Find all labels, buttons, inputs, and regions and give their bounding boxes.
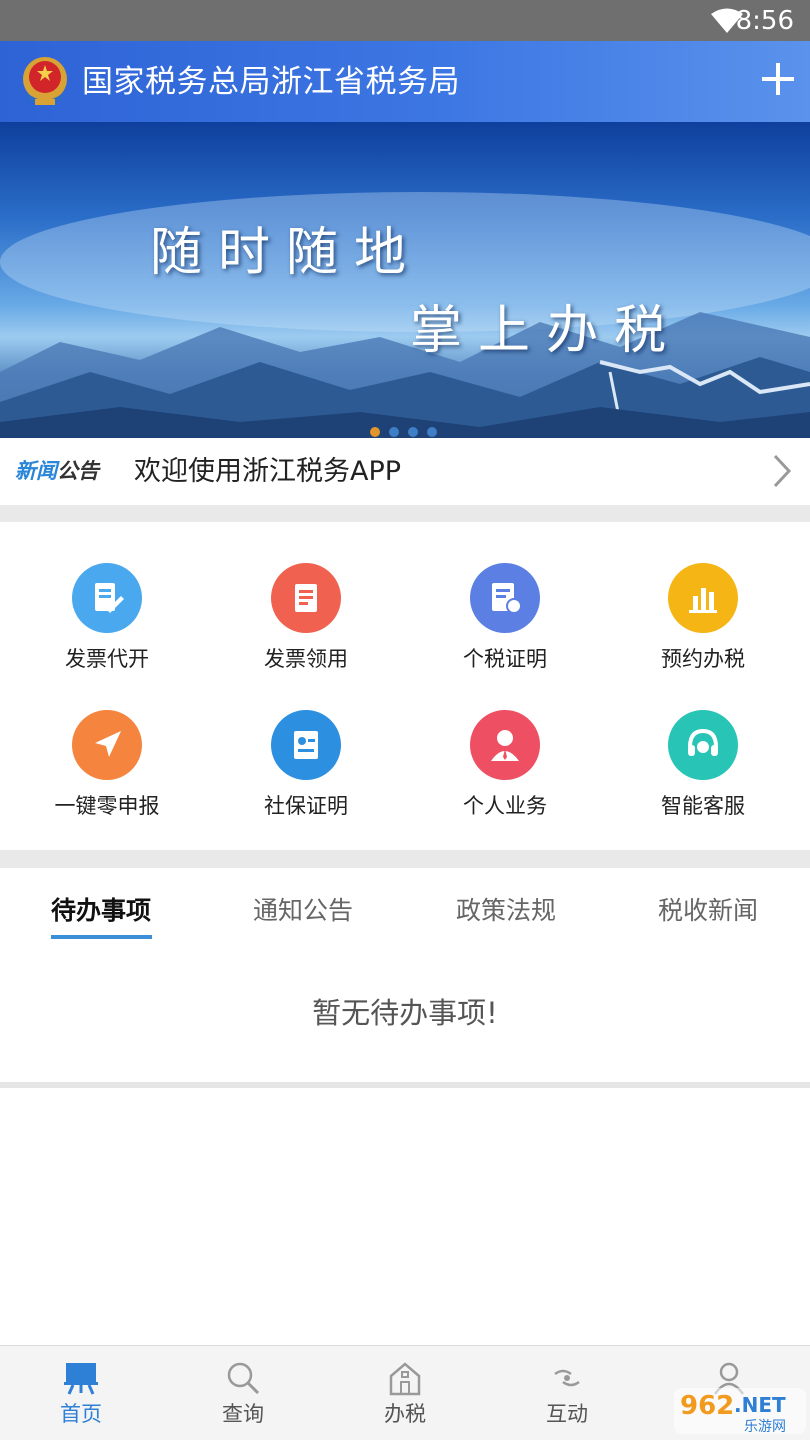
- nav-query[interactable]: 查询: [162, 1346, 324, 1440]
- service-label: 预约办税: [661, 647, 745, 671]
- carousel-dot[interactable]: [370, 427, 380, 437]
- service-invoice-issue[interactable]: 发票代开: [7, 563, 207, 693]
- nav-label: 互动: [546, 1402, 588, 1426]
- send-arrow-icon: [72, 710, 142, 780]
- nav-label: 办税: [384, 1402, 426, 1426]
- home-easel-icon: [64, 1363, 98, 1395]
- watermark-text-2: .NET: [734, 1393, 786, 1417]
- status-bar: 8:56: [0, 0, 810, 41]
- section-divider: [0, 1082, 810, 1088]
- add-icon[interactable]: [762, 63, 794, 95]
- service-label: 智能客服: [661, 794, 745, 818]
- service-personal-business[interactable]: 个人业务: [405, 710, 605, 840]
- news-announcement-bar[interactable]: 新闻公告 欢迎使用浙江税务APP: [0, 438, 810, 505]
- nav-interaction[interactable]: 互动: [486, 1346, 648, 1440]
- service-label: 发票代开: [65, 647, 149, 671]
- tax-emblem-icon: [23, 57, 67, 105]
- banner-headline-2: 掌上办税: [410, 301, 683, 361]
- active-tab-indicator: [51, 935, 152, 939]
- service-grid: 发票代开 发票领用 个税证明 预约办税 一键零申报 社保证明 个人业务 智能客服: [0, 522, 810, 850]
- invoice-receive-icon: [271, 563, 341, 633]
- headset-icon: [668, 710, 738, 780]
- app-header: 国家税务总局浙江省税务局: [0, 41, 810, 122]
- watermark-text-3: 乐游网: [744, 1419, 786, 1435]
- banner-headline-1: 随时随地: [150, 223, 423, 283]
- invoice-issue-icon: [72, 563, 142, 633]
- service-label: 社保证明: [264, 794, 348, 818]
- info-tabs: 待办事项 通知公告 政策法规 税收新闻 暂无待办事项!: [0, 868, 810, 1082]
- empty-state-message: 暂无待办事项!: [312, 996, 498, 1030]
- service-social-security[interactable]: 社保证明: [206, 710, 406, 840]
- tab-todo[interactable]: 待办事项: [1, 894, 201, 928]
- section-divider: [0, 850, 810, 868]
- tab-notices[interactable]: 通知公告: [203, 894, 403, 928]
- section-divider: [0, 505, 810, 522]
- carousel-dot[interactable]: [408, 427, 418, 437]
- chevron-right-icon[interactable]: [772, 454, 792, 488]
- service-label: 个税证明: [463, 647, 547, 671]
- service-label: 发票领用: [264, 647, 348, 671]
- appointment-chart-icon: [668, 563, 738, 633]
- news-tag-part1: 新闻: [15, 459, 57, 483]
- promo-banner[interactable]: 随时随地 掌上办税: [0, 122, 810, 438]
- carousel-indicator[interactable]: [370, 427, 437, 437]
- nav-home[interactable]: 首页: [0, 1346, 162, 1440]
- carousel-dot[interactable]: [389, 427, 399, 437]
- service-smart-support[interactable]: 智能客服: [603, 710, 803, 840]
- service-label: 个人业务: [463, 794, 547, 818]
- interaction-icon: [554, 1369, 580, 1387]
- carousel-dot[interactable]: [427, 427, 437, 437]
- site-watermark-logo: 962 .NET 乐游网: [674, 1388, 806, 1435]
- service-invoice-receive[interactable]: 发票领用: [206, 563, 406, 693]
- tax-certificate-icon: [470, 563, 540, 633]
- nav-label: 首页: [60, 1402, 102, 1426]
- nav-label: 查询: [222, 1402, 264, 1426]
- tab-tax-news[interactable]: 税收新闻: [608, 894, 808, 928]
- service-appointment[interactable]: 预约办税: [603, 563, 803, 693]
- building-icon: [389, 1362, 421, 1396]
- page-title: 国家税务总局浙江省税务局: [82, 64, 460, 100]
- search-icon: [227, 1362, 260, 1395]
- watermark-text-1: 962: [680, 1391, 734, 1421]
- news-tag: 新闻公告: [15, 458, 99, 484]
- person-icon: [470, 710, 540, 780]
- tab-policies[interactable]: 政策法规: [406, 894, 606, 928]
- service-tax-certificate[interactable]: 个税证明: [405, 563, 605, 693]
- service-zero-declaration[interactable]: 一键零申报: [7, 710, 207, 840]
- bottom-navigation: 首页 查询 办税 互动 962 .NET 乐游网: [0, 1345, 810, 1440]
- news-headline[interactable]: 欢迎使用浙江税务APP: [134, 455, 401, 489]
- service-label: 一键零申报: [54, 794, 160, 818]
- status-time: 8:56: [735, 6, 794, 36]
- social-security-card-icon: [271, 710, 341, 780]
- news-tag-part2: 公告: [57, 459, 99, 483]
- nav-tax-handling[interactable]: 办税: [324, 1346, 486, 1440]
